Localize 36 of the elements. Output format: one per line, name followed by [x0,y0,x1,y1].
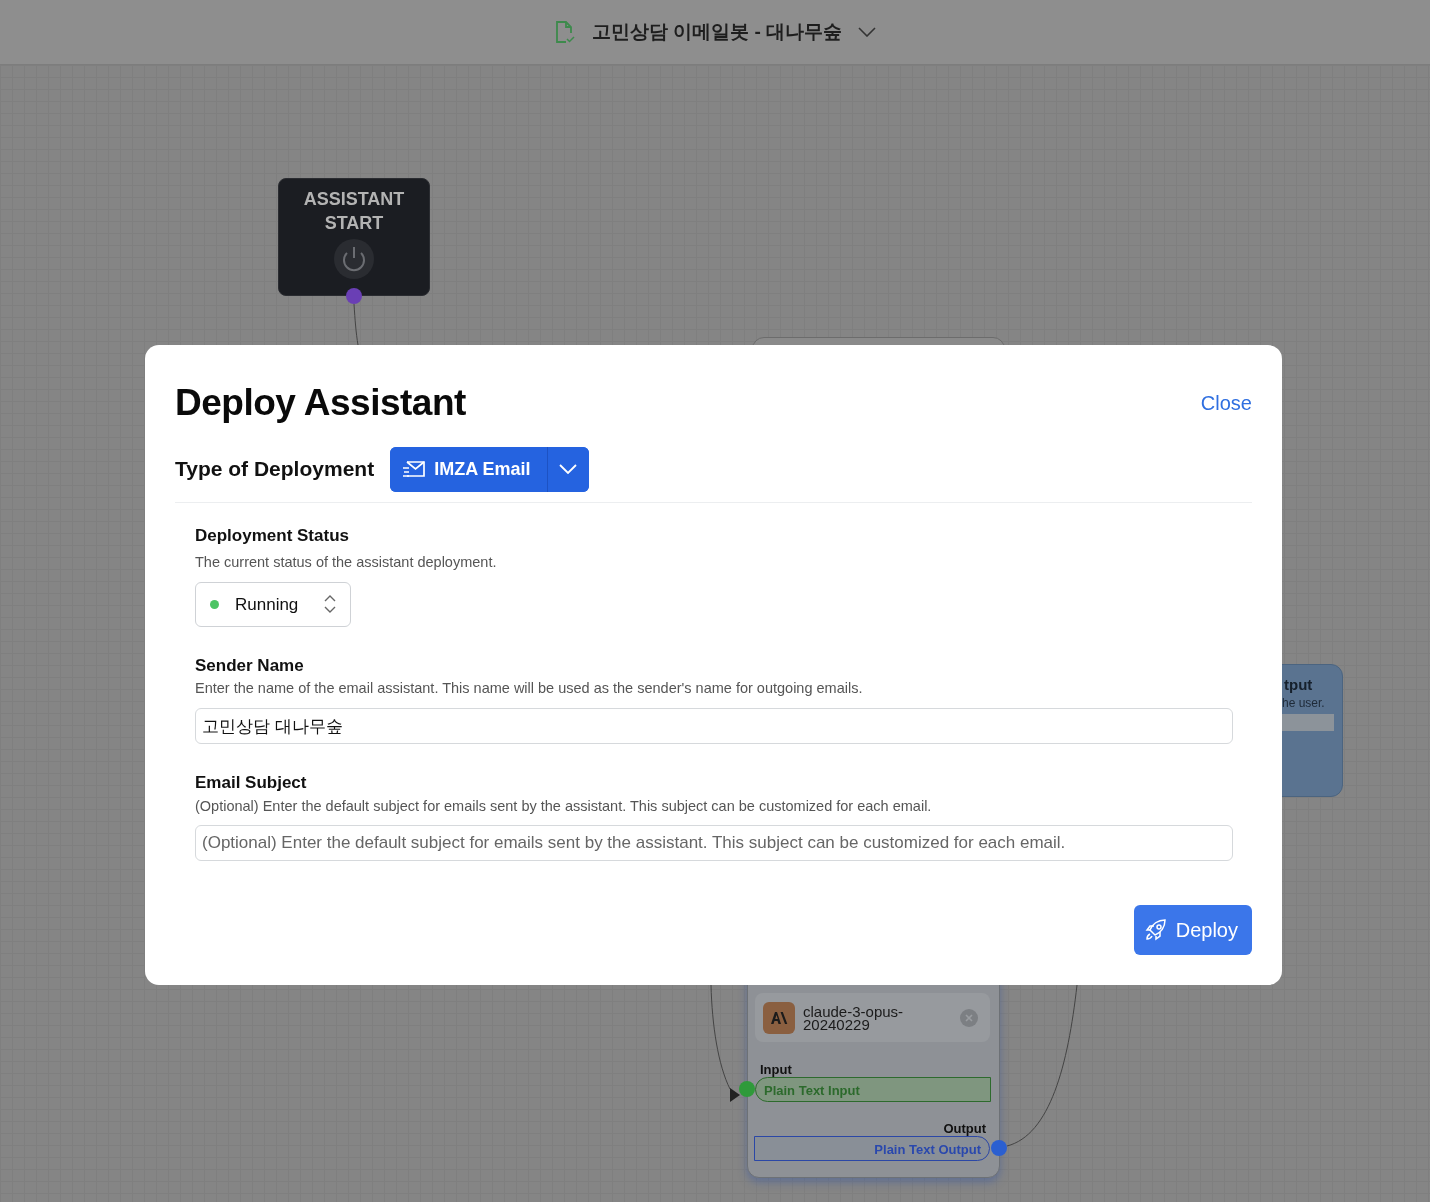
power-icon [333,238,375,280]
deployment-type-dropdown[interactable]: IMZA Email [390,446,589,492]
rocket-icon [1143,918,1168,942]
field-description: The current status of the assistant deployment. [195,553,498,572]
field-description: Enter the name of the email assistant. This name will be used as the sender's name for outgoing emails. [195,679,864,699]
connector-dot [739,1081,755,1097]
port-label: Input [760,1061,792,1079]
field-label: Deployment Status [195,524,350,547]
node-title: ASSISTANT START [302,188,406,235]
mail-icon [402,459,427,479]
port-field: Plain Text Output [754,1136,990,1161]
node-description: he user. [1282,695,1325,712]
model-logo-icon [763,1001,795,1034]
text-input-field[interactable]: (Optional) Enter the default subject for emails sent by the assistant. This subject can be customized for each email. [195,825,1233,862]
connector-dot [991,1140,1007,1156]
chevron-down-icon[interactable] [546,446,589,492]
up-down-chevron-icon [324,594,336,615]
node-field [1282,714,1334,731]
field-label: Email Subject [195,772,308,794]
connector-dot [346,288,362,304]
connector-line [353,303,359,346]
document-icon [553,20,576,44]
status-select[interactable]: Running [195,581,351,627]
document-title: 고민상담 이메일봇 - 대나무숲 [591,19,843,44]
chevron-down-icon[interactable] [858,27,877,37]
field-description: (Optional) Enter the default subject for emails sent by the assistant. This subject can be customized for each email. [195,796,933,816]
model-name: claude-3-opus-20240229 [803,1004,905,1031]
node-title: tput [1284,675,1313,695]
modal-title: Deploy Assistant [175,381,466,425]
field-label: Type of Deployment [175,456,375,483]
deploy-button[interactable]: Deploy [1133,905,1252,955]
port-field: Plain Text Input [755,1077,991,1102]
port-label: Output [943,1120,986,1138]
text-input-field[interactable]: 고민상담 대나무숲 [195,708,1233,744]
close-link[interactable]: Close [1200,387,1252,418]
field-label: Sender Name [195,654,305,677]
